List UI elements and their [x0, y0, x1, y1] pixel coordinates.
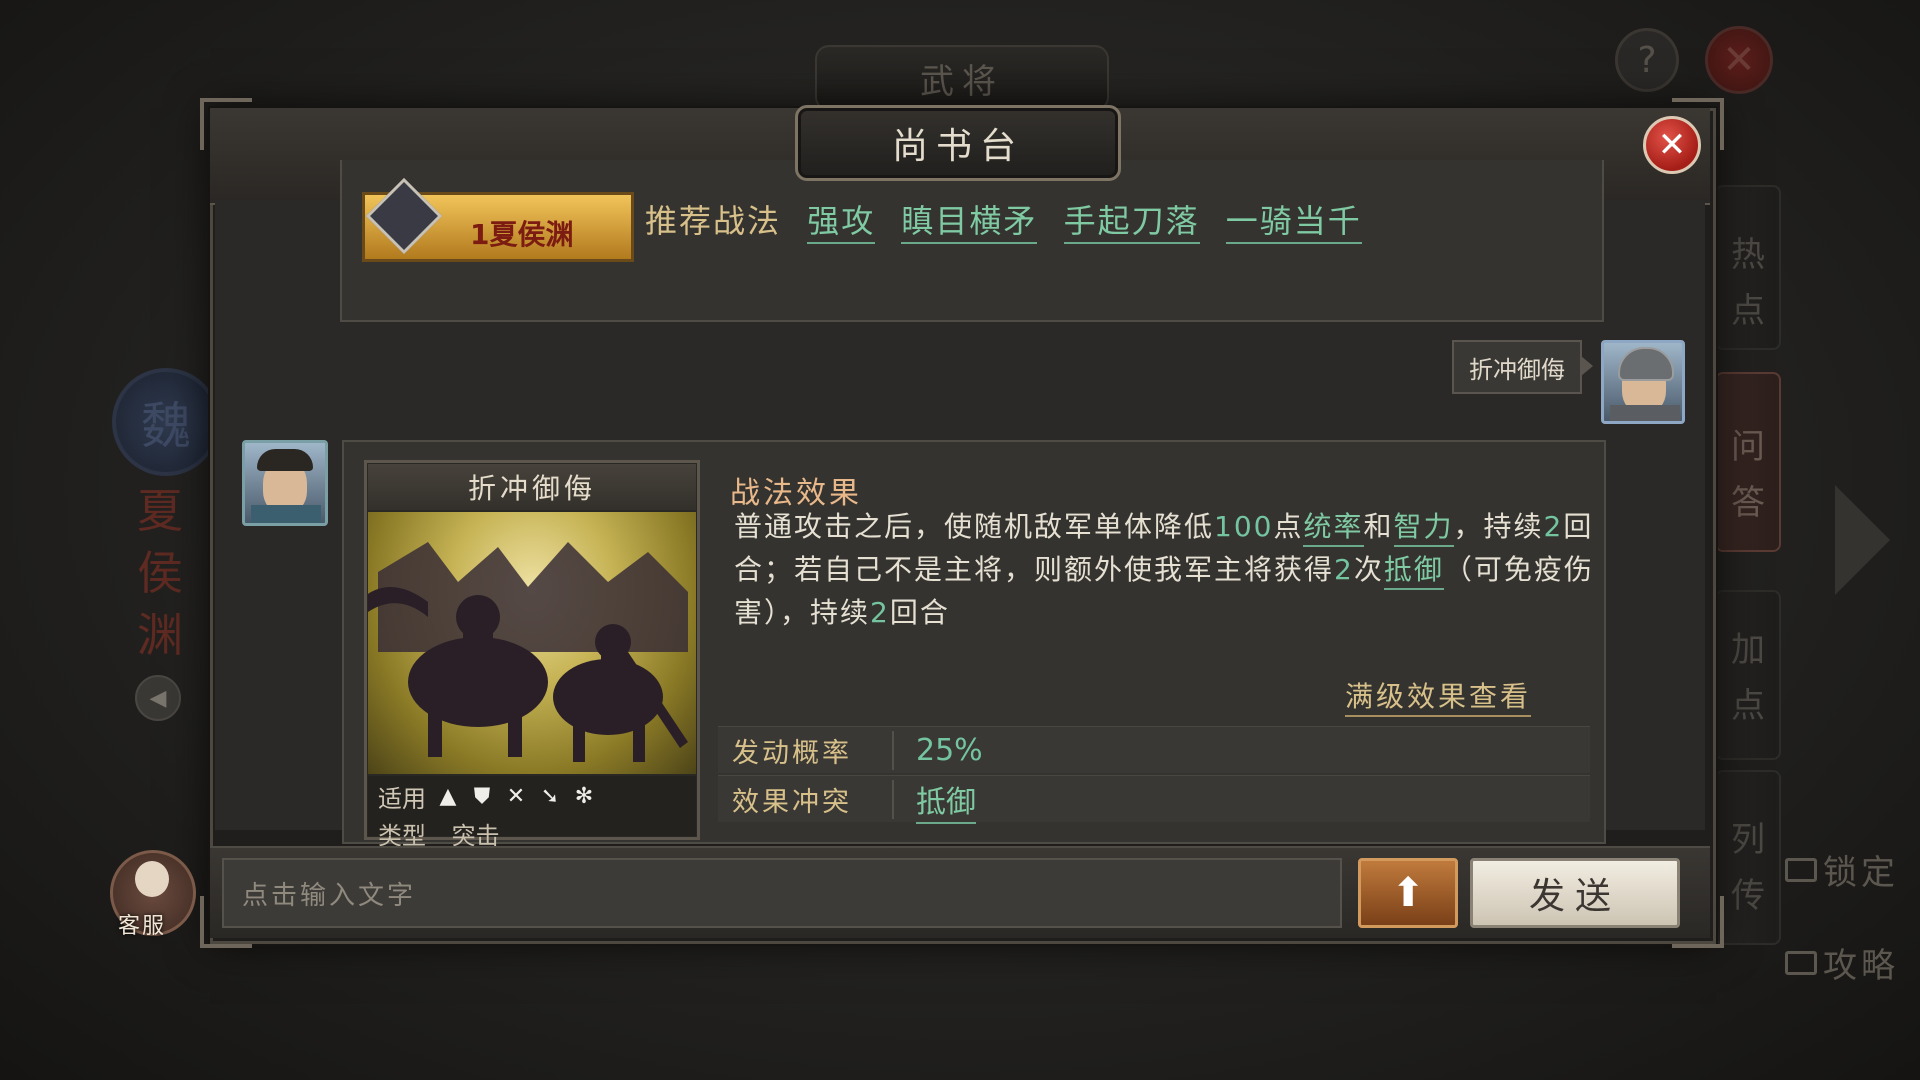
status-link[interactable]: 抵御 [1383, 553, 1444, 590]
general-name: 夏 侯 渊 [130, 480, 190, 666]
applicable-label: 适用 [378, 784, 426, 813]
lock-label: 锁定 [1823, 853, 1899, 893]
background-close-icon[interactable]: ✕ [1705, 26, 1773, 94]
side-tab-label: 热 [1731, 235, 1765, 275]
help-icon[interactable]: ? [1615, 28, 1679, 92]
general-name-char: 侯 [137, 546, 183, 600]
full-effect-link[interactable]: 满级效果查看 [1345, 675, 1532, 717]
side-tab-label: 点 [1731, 291, 1765, 331]
side-tab-points[interactable]: 加 点 [1715, 590, 1781, 760]
voice-speaker-icon[interactable]: ◀ [135, 675, 181, 721]
siege-type-icon: ✻ [574, 783, 594, 809]
effect-number: 2 [1543, 510, 1564, 543]
side-tab-label: 问 [1731, 427, 1765, 467]
side-tab-label: 加 [1731, 630, 1765, 670]
conflict-link[interactable]: 抵御 [916, 785, 976, 824]
lock-button[interactable]: 锁定 [1785, 845, 1899, 894]
effect-number: 2 [1334, 553, 1354, 586]
applicable-row: 适用 ▲ ⛊ ✕ ➘ ✻ [378, 776, 596, 816]
faction-badge: 魏 [112, 368, 220, 476]
stat-row-conflict: 效果冲突 抵御 [718, 775, 1590, 824]
general-name-char: 夏 [137, 484, 183, 538]
stat-value: 25% [916, 732, 983, 768]
user-message-bubble: 折冲御侮 [1452, 340, 1593, 394]
attribute-link[interactable]: 智力 [1393, 510, 1454, 547]
general-name-char: 渊 [137, 608, 183, 662]
side-tab-biography[interactable]: 列 传 [1715, 770, 1781, 945]
customer-service-label: 客服 [118, 914, 167, 939]
skill-link[interactable]: 强攻 [807, 202, 876, 244]
skill-meta: 适用 ▲ ⛊ ✕ ➘ ✻ 类型 突击 [368, 776, 696, 850]
effect-text: 点 [1273, 510, 1304, 543]
avatar-armor [1610, 405, 1680, 421]
side-tab-qa[interactable]: 问 答 [1715, 372, 1781, 552]
stat-key: 效果冲突 [718, 779, 894, 819]
strategy-button[interactable]: 攻略 [1785, 938, 1899, 987]
skill-artwork [368, 512, 696, 774]
effect-text: 回合 [889, 596, 950, 629]
spear-type-icon: ➘ [540, 783, 560, 809]
general-card[interactable]: 1夏侯渊 [362, 177, 634, 262]
skill-link[interactable]: 手起刀落 [1063, 202, 1200, 244]
cavalry-silhouette-image [368, 542, 688, 762]
background-title: 武将 [815, 45, 1109, 111]
general-card-name: 1夏侯渊 [470, 218, 574, 251]
recommend-line: 推荐战法 强攻 瞋目横矛 手起刀落 一骑当千 [645, 196, 1362, 244]
user-avatar [1601, 340, 1685, 424]
effect-description: 普通攻击之后，使随机敌军单体降低100点统率和智力，持续2回合；若自己不是主将，… [734, 505, 1594, 634]
effect-text: 次 [1353, 553, 1384, 586]
recommend-label: 推荐战法 [645, 202, 782, 240]
send-button[interactable]: 发送 [1470, 858, 1680, 928]
effect-number: 2 [870, 596, 890, 629]
strategy-label: 攻略 [1823, 946, 1899, 986]
lock-icon [1785, 857, 1817, 882]
shield-type-icon: ⛊ [473, 783, 491, 809]
effect-text: 和 [1363, 510, 1394, 543]
side-tab-label: 传 [1731, 876, 1765, 916]
book-icon [1785, 950, 1817, 975]
effect-text: ，持续 [1453, 510, 1544, 543]
skill-link[interactable]: 一骑当千 [1225, 202, 1362, 244]
dialog-title: 尚书台 [795, 105, 1121, 181]
cavalry-type-icon: ▲ [439, 783, 457, 809]
stat-value-wrap: 抵御 [894, 777, 976, 824]
effect-number: 100 [1214, 510, 1274, 543]
attribute-link[interactable]: 统率 [1303, 510, 1364, 547]
skill-card-title: 折冲御侮 [368, 464, 696, 510]
ornament-corner [200, 98, 252, 150]
side-tab-label: 列 [1731, 820, 1765, 860]
close-icon[interactable]: ✕ [1643, 116, 1701, 174]
archer-type-icon: ✕ [506, 783, 526, 809]
stat-row-probability: 发动概率 25% [718, 726, 1590, 773]
effect-text: 普通攻击之后，使随机敌军单体降低 [734, 510, 1215, 543]
helmet-icon [1618, 347, 1674, 381]
side-tab-label: 答 [1731, 483, 1765, 523]
assistant-avatar [242, 440, 328, 526]
scroll-up-arrow-icon[interactable]: ⬆ [1358, 858, 1458, 928]
next-arrow-icon[interactable] [1835, 485, 1890, 595]
side-tab-label: 点 [1731, 686, 1765, 726]
stat-key: 发动概率 [718, 730, 894, 770]
side-tab-hotspot[interactable]: 热 点 [1715, 185, 1781, 350]
message-input[interactable]: 点击输入文字 [222, 858, 1342, 928]
avatar-robe [251, 505, 321, 523]
customer-service-icon [135, 861, 169, 897]
skill-link[interactable]: 瞋目横矛 [901, 202, 1038, 244]
avatar-hair [257, 449, 313, 471]
